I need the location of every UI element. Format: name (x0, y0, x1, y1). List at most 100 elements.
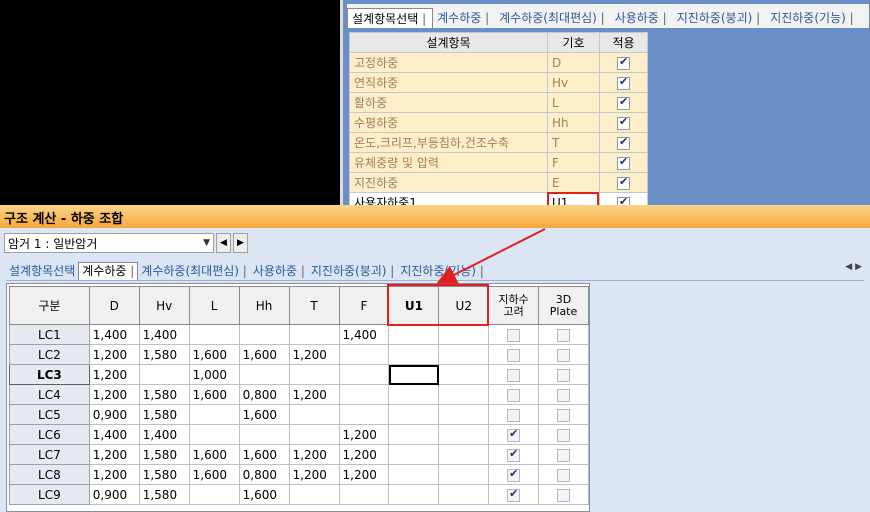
main-tab-4[interactable]: 지진하중(붕괴) | (308, 263, 397, 280)
main-tab-5[interactable]: 지진하중(기능) | (397, 263, 486, 280)
3d-plate-checkbox[interactable] (557, 348, 571, 362)
factor-cell[interactable]: 1,200 (88, 364, 140, 385)
factor-cell[interactable]: 1,600 (238, 404, 290, 425)
factor-cell[interactable] (388, 464, 440, 485)
factor-cell[interactable]: 1,400 (338, 324, 390, 345)
main-tab-2[interactable]: 계수하중(최대편심) | (138, 263, 250, 280)
apply-checkbox[interactable] (617, 95, 630, 110)
factor-cell[interactable] (138, 364, 190, 385)
design-item-row[interactable]: 수평하중 Hh (349, 112, 648, 133)
factor-cell[interactable] (188, 324, 240, 345)
popup-tab-5[interactable]: 지진하중(기능) | (766, 8, 859, 28)
factor-cell[interactable] (438, 344, 490, 365)
factor-cell[interactable]: 0,900 (88, 484, 140, 505)
factor-cell[interactable] (288, 484, 340, 505)
apply-checkbox[interactable] (617, 115, 630, 130)
factor-cell[interactable] (438, 384, 490, 405)
row-header-lc1[interactable]: LC1 (9, 324, 90, 345)
factor-cell[interactable]: 1,400 (88, 424, 140, 445)
groundwater-checkbox[interactable] (507, 467, 521, 482)
popup-tab-2[interactable]: 계수하중(최대편심) | (495, 8, 611, 28)
main-tab-3[interactable]: 사용하중 | (250, 263, 308, 280)
factor-cell[interactable] (438, 464, 490, 485)
factor-cell[interactable] (338, 484, 390, 505)
factor-cell[interactable] (288, 324, 340, 345)
factor-cell[interactable]: 1,600 (188, 444, 240, 465)
factor-cell[interactable]: 1,400 (138, 324, 190, 345)
factor-cell[interactable]: 1,200 (88, 464, 140, 485)
apply-checkbox[interactable] (617, 135, 630, 150)
apply-checkbox[interactable] (617, 55, 630, 70)
next-arrow-icon[interactable]: ▶ (233, 233, 248, 253)
groundwater-checkbox[interactable] (507, 388, 521, 402)
factor-cell[interactable] (388, 364, 440, 385)
factor-cell[interactable] (388, 404, 440, 425)
design-item-row[interactable]: 온도,크리프,부등침하,건조수축 T (349, 132, 648, 153)
factor-cell[interactable] (288, 404, 340, 425)
factor-cell[interactable] (188, 404, 240, 425)
row-header-lc9[interactable]: LC9 (9, 484, 90, 505)
groundwater-checkbox[interactable] (507, 487, 521, 502)
design-item-row[interactable]: 유체중량 및 압력 F (349, 152, 648, 173)
factor-cell[interactable]: 1,600 (238, 484, 290, 505)
factor-cell[interactable]: 1,200 (288, 444, 340, 465)
factor-cell[interactable] (388, 344, 440, 365)
3d-plate-checkbox[interactable] (557, 468, 571, 482)
factor-cell[interactable] (288, 364, 340, 385)
factor-cell[interactable]: 1,200 (288, 344, 340, 365)
row-header-lc2[interactable]: LC2 (9, 344, 90, 365)
factor-cell[interactable] (438, 444, 490, 465)
3d-plate-checkbox[interactable] (557, 328, 571, 342)
factor-cell[interactable]: 0,900 (88, 404, 140, 425)
row-header-lc8[interactable]: LC8 (9, 464, 90, 485)
factor-cell[interactable] (288, 424, 340, 445)
factor-cell[interactable]: 1,200 (338, 444, 390, 465)
factor-cell[interactable]: 1,200 (88, 344, 140, 365)
factor-cell[interactable]: 1,200 (88, 444, 140, 465)
3d-plate-checkbox[interactable] (557, 448, 571, 462)
popup-tab-4[interactable]: 지진하중(붕괴) | (673, 8, 766, 28)
groundwater-checkbox[interactable] (507, 368, 521, 382)
row-header-lc4[interactable]: LC4 (9, 384, 90, 405)
groundwater-checkbox[interactable] (507, 348, 521, 362)
factor-cell[interactable]: 1,600 (188, 384, 240, 405)
design-item-row[interactable]: 지진하중 E (349, 172, 648, 193)
factor-cell[interactable]: 0,800 (238, 464, 290, 485)
row-header-lc7[interactable]: LC7 (9, 444, 90, 465)
3d-plate-checkbox[interactable] (557, 408, 571, 422)
factor-cell[interactable]: 1,580 (138, 384, 190, 405)
factor-cell[interactable]: 1,600 (188, 344, 240, 365)
row-header-lc6[interactable]: LC6 (9, 424, 90, 445)
prev-arrow-icon[interactable]: ◀ (216, 233, 231, 253)
row-header-lc5[interactable]: LC5 (9, 404, 90, 425)
culvert-select[interactable]: 암거 1 : 일반암거 ▼ (4, 233, 214, 253)
popup-tab-3[interactable]: 사용하중 | (611, 8, 673, 28)
factor-cell[interactable] (238, 324, 290, 345)
main-tab-0[interactable]: 설계항목선택 (6, 263, 78, 280)
tab-scroll-arrows[interactable]: ◀ ▶ (845, 262, 862, 272)
factor-cell[interactable] (438, 364, 490, 385)
3d-plate-checkbox[interactable] (557, 488, 571, 502)
factor-cell[interactable]: 1,580 (138, 464, 190, 485)
3d-plate-checkbox[interactable] (557, 428, 571, 442)
factor-cell[interactable] (438, 484, 490, 505)
factor-cell[interactable] (238, 424, 290, 445)
factor-cell[interactable]: 1,000 (188, 364, 240, 385)
design-item-row[interactable]: 연직하중 Hv (349, 72, 648, 93)
factor-cell[interactable]: 1,400 (88, 324, 140, 345)
3d-plate-checkbox[interactable] (557, 388, 571, 402)
popup-tab-1[interactable]: 계수하중 | (433, 8, 495, 28)
apply-checkbox[interactable] (617, 75, 630, 90)
factor-cell[interactable] (338, 364, 390, 385)
design-item-row[interactable]: 고정하중 D (349, 52, 648, 73)
groundwater-checkbox[interactable] (507, 328, 521, 342)
factor-cell[interactable]: 1,580 (138, 404, 190, 425)
factor-cell[interactable]: 1,600 (238, 444, 290, 465)
factor-cell[interactable] (388, 324, 440, 345)
apply-checkbox[interactable] (617, 155, 630, 170)
factor-cell[interactable] (338, 404, 390, 425)
factor-cell[interactable]: 1,400 (138, 424, 190, 445)
apply-checkbox[interactable] (617, 175, 630, 190)
factor-cell[interactable]: 1,200 (338, 424, 390, 445)
factor-cell[interactable] (238, 364, 290, 385)
